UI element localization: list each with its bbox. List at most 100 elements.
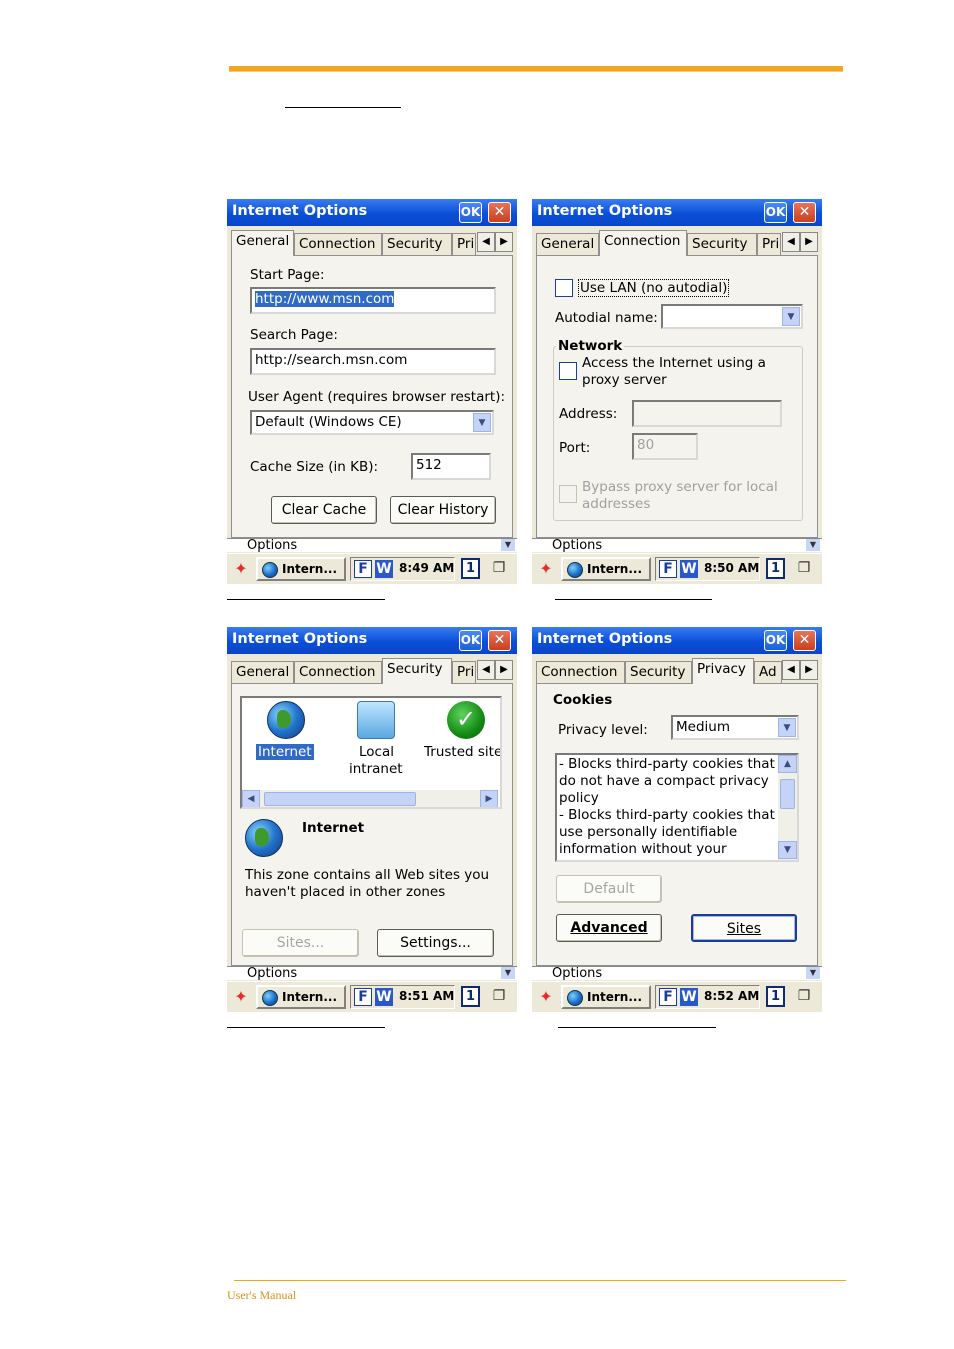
- tab-right-arrow-icon[interactable]: ▶: [800, 232, 818, 252]
- use-lan-checkbox[interactable]: [555, 279, 573, 297]
- bypass-proxy-checkbox[interactable]: [559, 485, 577, 503]
- address-input[interactable]: [632, 400, 782, 427]
- ok-button[interactable]: OK: [459, 630, 482, 651]
- clear-cache-button[interactable]: Clear Cache: [271, 496, 377, 524]
- tab-connection[interactable]: Connection: [536, 661, 625, 683]
- close-icon[interactable]: ✕: [488, 202, 511, 223]
- ok-button[interactable]: OK: [764, 630, 787, 651]
- port-input[interactable]: 80: [632, 433, 698, 460]
- scroll-thumb[interactable]: [264, 792, 416, 806]
- close-icon[interactable]: ✕: [793, 202, 816, 223]
- tab-general[interactable]: General: [536, 233, 599, 255]
- scroll-right-icon[interactable]: ▶: [480, 790, 498, 807]
- chevron-down-icon[interactable]: ▼: [501, 539, 515, 551]
- privacy-description[interactable]: - Blocks third-party cookies that do not…: [555, 753, 799, 862]
- chevron-down-icon[interactable]: ▼: [778, 718, 796, 737]
- globe-icon[interactable]: [267, 701, 305, 739]
- privacy-level-select[interactable]: Medium ▼: [671, 715, 799, 740]
- clear-history-button[interactable]: Clear History: [390, 496, 496, 524]
- close-icon[interactable]: ✕: [488, 630, 511, 651]
- tab-privacy[interactable]: Privacy: [692, 658, 754, 684]
- tab-left-arrow-icon[interactable]: ◀: [477, 232, 495, 252]
- input-method-icon[interactable]: F: [659, 988, 677, 1006]
- taskbar-app-button[interactable]: Intern...: [256, 985, 346, 1009]
- tab-connection[interactable]: Connection: [599, 230, 687, 256]
- options-bar[interactable]: Options ▼: [532, 966, 822, 980]
- proxy-checkbox[interactable]: [559, 362, 577, 380]
- tab-security[interactable]: Security: [382, 658, 452, 684]
- tab-general[interactable]: General: [231, 230, 294, 256]
- wireless-icon[interactable]: W: [375, 560, 393, 578]
- options-bar[interactable]: Options ▼: [532, 538, 822, 552]
- tab-right-arrow-icon[interactable]: ▶: [495, 232, 513, 252]
- tab-left-arrow-icon[interactable]: ◀: [477, 660, 495, 680]
- tab-right-arrow-icon[interactable]: ▶: [495, 660, 513, 680]
- wireless-icon[interactable]: W: [680, 560, 698, 578]
- tab-security[interactable]: Security: [382, 233, 452, 255]
- chevron-down-icon[interactable]: ▼: [806, 967, 820, 979]
- start-page-input[interactable]: http://www.msn.com: [250, 287, 496, 314]
- wireless-icon[interactable]: W: [375, 988, 393, 1006]
- tab-privacy[interactable]: Pri: [452, 661, 476, 683]
- tab-advanced[interactable]: Ad: [754, 661, 782, 683]
- options-bar[interactable]: Options ▼: [227, 966, 517, 980]
- taskbar-app-button[interactable]: Intern...: [561, 985, 651, 1009]
- chevron-down-icon[interactable]: ▼: [806, 539, 820, 551]
- chevron-down-icon[interactable]: ▼: [501, 967, 515, 979]
- tab-privacy[interactable]: Pri: [452, 233, 476, 255]
- tab-general[interactable]: General: [231, 661, 294, 683]
- switch-windows-icon[interactable]: ❐: [794, 560, 814, 578]
- taskbar-app-button[interactable]: Intern...: [256, 557, 346, 581]
- ok-button[interactable]: OK: [764, 202, 787, 223]
- scroll-left-icon[interactable]: ◀: [242, 790, 260, 807]
- desktop-number-icon[interactable]: 1: [766, 986, 785, 1007]
- cache-size-input[interactable]: 512: [411, 453, 491, 480]
- tab-security[interactable]: Security: [625, 661, 692, 683]
- close-icon[interactable]: ✕: [793, 630, 816, 651]
- input-method-icon[interactable]: F: [659, 560, 677, 578]
- scroll-up-icon[interactable]: ▲: [778, 755, 797, 773]
- sites-button[interactable]: Sites...: [242, 929, 359, 957]
- start-menu-icon[interactable]: ✦: [230, 558, 252, 580]
- search-page-input[interactable]: http://search.msn.com: [250, 348, 496, 375]
- local-intranet-icon[interactable]: [357, 701, 395, 739]
- tab-left-arrow-icon[interactable]: ◀: [782, 660, 800, 680]
- autodial-select[interactable]: ▼: [661, 304, 803, 329]
- description-scrollbar[interactable]: ▲ ▼: [778, 755, 797, 860]
- options-bar[interactable]: Options ▼: [227, 538, 517, 552]
- chevron-down-icon[interactable]: ▼: [782, 307, 800, 326]
- tab-connection[interactable]: Connection: [294, 233, 382, 255]
- switch-windows-icon[interactable]: ❐: [489, 560, 509, 578]
- tab-right-arrow-icon[interactable]: ▶: [800, 660, 818, 680]
- scroll-down-icon[interactable]: ▼: [778, 841, 797, 859]
- zone-local-line2[interactable]: intranet: [349, 761, 403, 777]
- start-menu-icon[interactable]: ✦: [535, 558, 557, 580]
- check-icon[interactable]: ✓: [447, 701, 485, 739]
- wireless-icon[interactable]: W: [680, 988, 698, 1006]
- settings-button[interactable]: Settings...: [377, 929, 494, 957]
- tab-security[interactable]: Security: [687, 233, 757, 255]
- tab-privacy[interactable]: Pri: [757, 233, 781, 255]
- zone-local-line1[interactable]: Local: [359, 744, 394, 760]
- advanced-button[interactable]: Advanced: [556, 914, 662, 942]
- zone-scrollbar[interactable]: ◀ ▶: [242, 790, 498, 807]
- sites-button[interactable]: Sites: [691, 914, 797, 942]
- zone-internet[interactable]: Internet: [256, 744, 314, 760]
- user-agent-select[interactable]: Default (Windows CE) ▼: [250, 410, 494, 435]
- desktop-number-icon[interactable]: 1: [461, 558, 480, 579]
- ok-button[interactable]: OK: [459, 202, 482, 223]
- input-method-icon[interactable]: F: [354, 560, 372, 578]
- chevron-down-icon[interactable]: ▼: [473, 413, 491, 432]
- default-button[interactable]: Default: [556, 875, 662, 903]
- zone-trusted[interactable]: Trusted site: [424, 744, 500, 760]
- taskbar-app-button[interactable]: Intern...: [561, 557, 651, 581]
- switch-windows-icon[interactable]: ❐: [489, 988, 509, 1006]
- input-method-icon[interactable]: F: [354, 988, 372, 1006]
- tab-connection[interactable]: Connection: [294, 661, 382, 683]
- desktop-number-icon[interactable]: 1: [766, 558, 785, 579]
- tab-left-arrow-icon[interactable]: ◀: [782, 232, 800, 252]
- scroll-thumb[interactable]: [780, 779, 795, 809]
- switch-windows-icon[interactable]: ❐: [794, 988, 814, 1006]
- desktop-number-icon[interactable]: 1: [461, 986, 480, 1007]
- start-menu-icon[interactable]: ✦: [535, 986, 557, 1008]
